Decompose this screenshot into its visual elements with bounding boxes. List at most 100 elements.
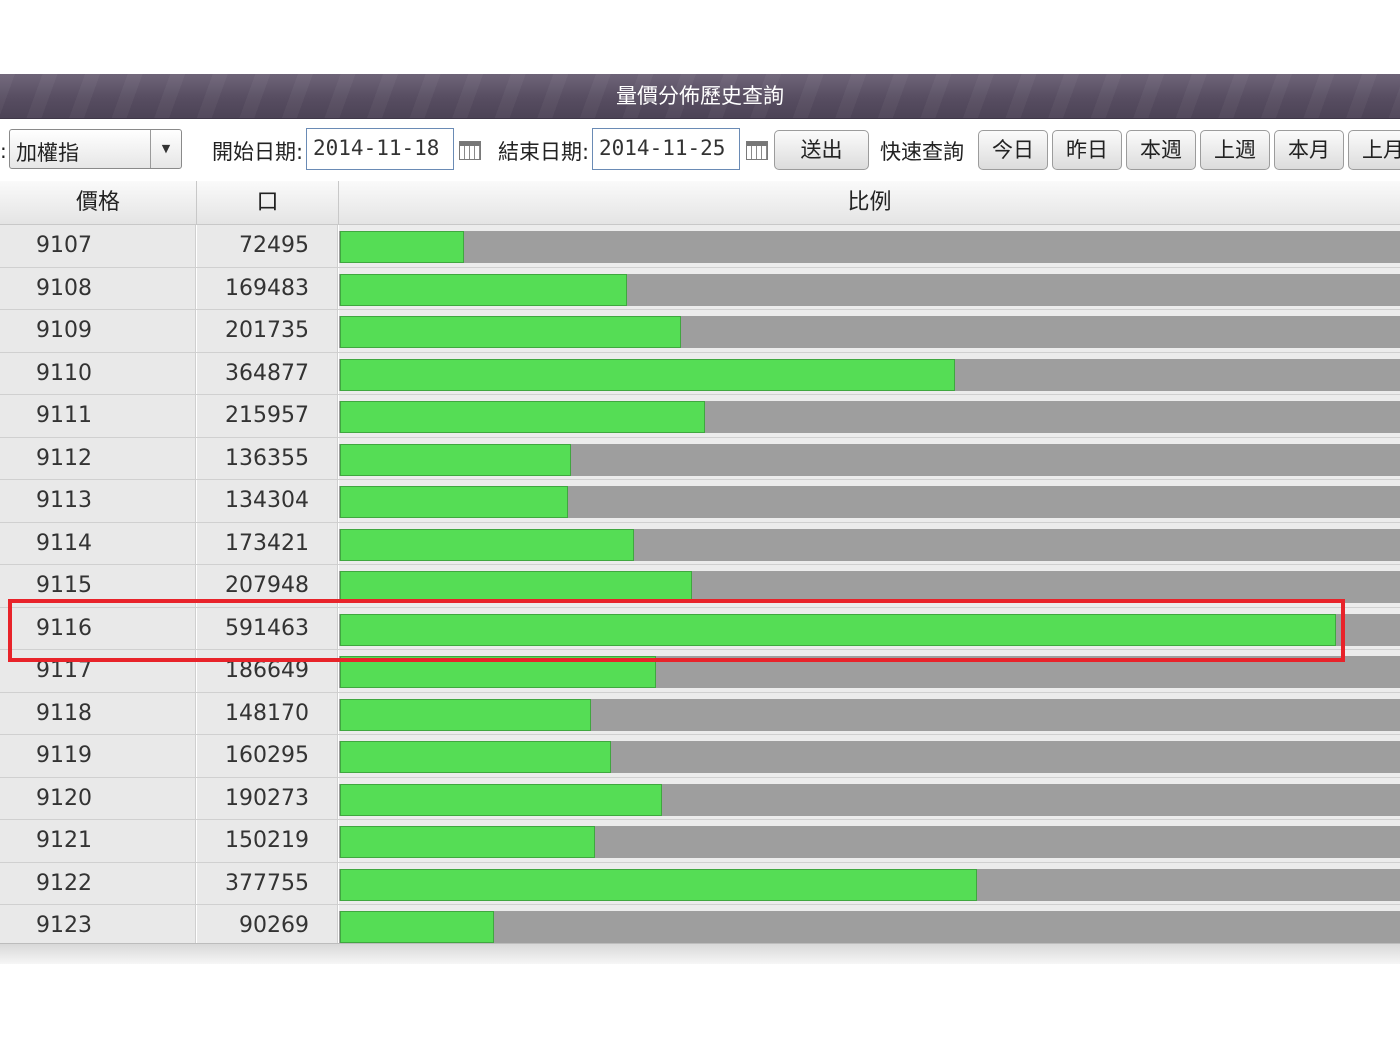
index-select[interactable]: 加權指 ▼ [9,129,182,169]
price-cell: 9115 [0,565,196,607]
table-row[interactable]: 9107 72495 [0,225,1400,268]
table-row[interactable]: 9123 90269 [0,905,1400,948]
price-cell: 9120 [0,777,196,819]
ratio-bar-track [339,868,1400,901]
table-row[interactable]: 9113 134304 [0,480,1400,523]
quick-last-month-button[interactable]: 上月 [1348,130,1400,170]
quick-this-month-button[interactable]: 本月 [1274,130,1344,170]
price-cell: 9109 [0,310,196,352]
table-row[interactable]: 9110 364877 [0,352,1400,395]
volume-cell: 207948 [197,565,338,607]
ratio-bar [340,698,591,731]
ratio-bar [340,358,955,391]
ratio-bar-track [339,486,1400,518]
table-row[interactable]: 9112 136355 [0,437,1400,480]
ratio-cell [339,820,1400,862]
table-row[interactable]: 9109 201735 [0,310,1400,353]
ratio-bar-track [339,656,1400,688]
volume-cell: 148170 [197,692,338,734]
ratio-bar [340,571,692,603]
submit-button[interactable]: 送出 [774,130,869,170]
table-row[interactable]: 9122 377755 [0,862,1400,905]
ratio-bar-track [339,528,1400,561]
ratio-cell [339,565,1400,607]
ratio-cell [339,310,1400,352]
volume-cell: 377755 [197,862,338,904]
ratio-bar-track [339,273,1400,306]
quick-last-week-button[interactable]: 上週 [1200,130,1270,170]
price-cell: 9112 [0,437,196,479]
ratio-bar-track [339,613,1400,646]
header-price[interactable]: 價格 [0,181,197,224]
page-title: 量價分佈歷史查詢 [616,84,784,108]
ratio-bar [340,826,595,858]
quick-yesterday-button[interactable]: 昨日 [1052,130,1122,170]
table-row[interactable]: 9111 215957 [0,395,1400,438]
volume-cell: 160295 [197,735,338,777]
volume-cell: 591463 [197,607,338,649]
ratio-bar-track [339,316,1400,348]
price-cell: 9110 [0,352,196,394]
calendar-icon[interactable] [746,141,768,160]
table-row[interactable]: 9118 148170 [0,692,1400,735]
ratio-bar-track [339,783,1400,816]
ratio-cell [339,522,1400,564]
volume-cell: 190273 [197,777,338,819]
header-volume[interactable]: 口 [197,181,339,224]
table-row[interactable]: 9116 591463 [0,607,1400,650]
quick-today-button[interactable]: 今日 [978,130,1048,170]
volume-cell: 364877 [197,352,338,394]
horizontal-scrollbar[interactable] [0,943,1400,964]
quick-this-week-button[interactable]: 本週 [1126,130,1196,170]
ratio-cell [339,480,1400,522]
ratio-cell [339,862,1400,904]
ratio-bar [340,911,494,943]
ratio-bar [340,401,705,433]
table-row[interactable]: 9121 150219 [0,820,1400,863]
header-ratio[interactable]: 比例 [339,181,1400,224]
ratio-bar [340,443,571,476]
ratio-bar-track [339,443,1400,476]
ratio-cell [339,607,1400,649]
volume-cell: 134304 [197,480,338,522]
table-row[interactable]: 9117 186649 [0,650,1400,693]
ratio-bar-track [339,571,1400,603]
ratio-bar [340,231,464,263]
query-toolbar: : 加權指 ▼ 開始日期: 2014-11-18 結束日期: 2014-11-2… [0,119,1400,181]
volume-cell: 169483 [197,267,338,309]
chevron-down-icon[interactable]: ▼ [150,130,181,168]
ratio-bar [340,868,977,901]
volume-cell: 215957 [197,395,338,437]
price-cell: 9107 [0,225,196,267]
ratio-cell [339,777,1400,819]
volume-cell: 201735 [197,310,338,352]
volume-cell: 136355 [197,437,338,479]
ratio-cell [339,650,1400,692]
volume-cell: 186649 [197,650,338,692]
ratio-cell [339,395,1400,437]
price-cell: 9123 [0,905,196,947]
ratio-cell [339,905,1400,947]
select-colon: : [0,139,7,163]
ratio-bar [340,783,662,816]
ratio-bar-track [339,358,1400,391]
price-cell: 9117 [0,650,196,692]
table-row[interactable]: 9108 169483 [0,267,1400,310]
table-row[interactable]: 9120 190273 [0,777,1400,820]
ratio-bar-track [339,826,1400,858]
ratio-bar [340,656,656,688]
ratio-bar [340,741,611,773]
table-row[interactable]: 9114 173421 [0,522,1400,565]
index-select-value: 加權指 [16,141,79,165]
calendar-icon[interactable] [459,141,481,160]
table-row[interactable]: 9115 207948 [0,565,1400,608]
ratio-bar-track [339,911,1400,943]
end-date-input[interactable]: 2014-11-25 [592,128,740,170]
start-date-input[interactable]: 2014-11-18 [306,128,454,170]
volume-cell: 90269 [197,905,338,947]
price-cell: 9121 [0,820,196,862]
volume-cell: 150219 [197,820,338,862]
price-cell: 9114 [0,522,196,564]
price-cell: 9118 [0,692,196,734]
table-row[interactable]: 9119 160295 [0,735,1400,778]
